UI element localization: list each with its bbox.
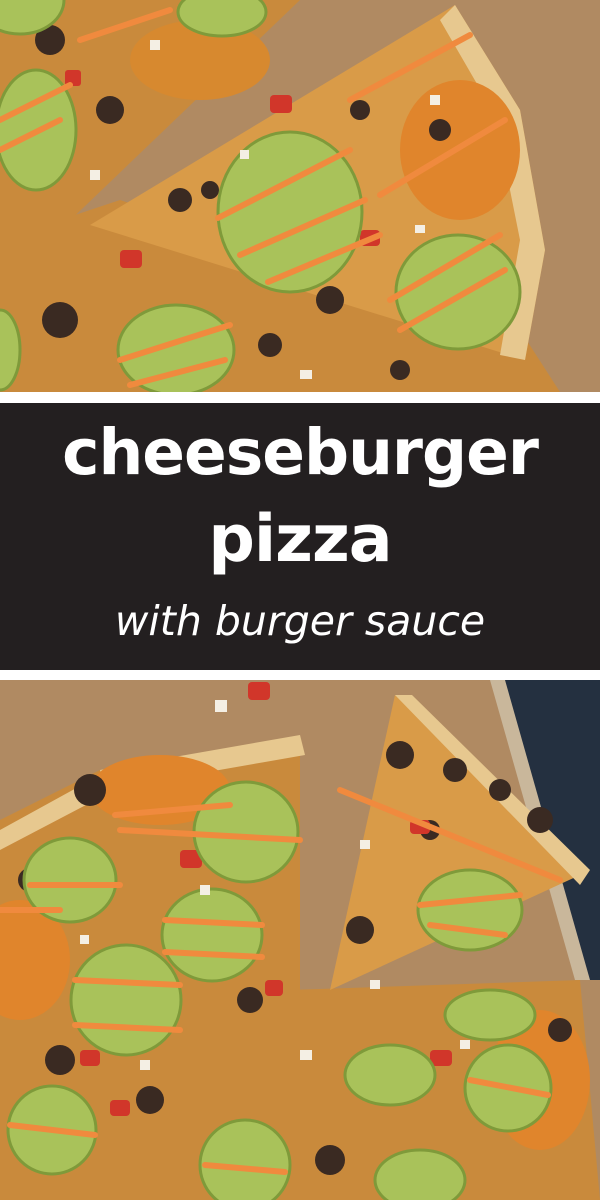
bottom-pizza-photo: [0, 680, 600, 1200]
top-pizza-photo: [0, 0, 600, 392]
title-line-1: cheeseburger: [62, 416, 539, 489]
title-line-2: pizza: [208, 502, 392, 577]
subtitle: with burger sauce: [114, 597, 486, 645]
title-band: cheeseburger pizza with burger sauce: [0, 403, 600, 670]
top-pizza-illustration: [0, 0, 600, 392]
bottom-pizza-illustration: [0, 680, 600, 1200]
